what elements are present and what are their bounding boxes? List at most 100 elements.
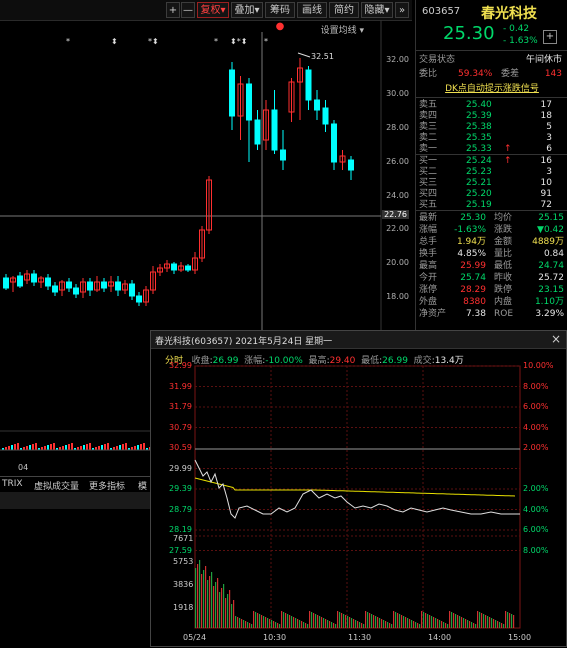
draw-line-button[interactable]: 画线 <box>297 2 327 18</box>
volume-bar <box>433 617 435 628</box>
event-marker: * <box>214 37 218 46</box>
volume-bar <box>363 624 365 628</box>
price-tick: 28.19 <box>169 525 192 534</box>
indicator-area <box>0 492 150 509</box>
volume-bar <box>489 617 491 628</box>
volume-bar <box>223 584 225 628</box>
volume-bar <box>213 586 215 628</box>
volume-bar <box>461 617 463 628</box>
more-button[interactable]: » <box>395 2 409 18</box>
time-tick: 11:30 <box>348 633 372 642</box>
dk-signal-link[interactable]: DK点自动提示涨跌信号 <box>416 83 567 95</box>
volume-bar <box>11 445 13 450</box>
add-watchlist-button[interactable]: + <box>543 30 557 44</box>
volume-bar <box>451 612 453 628</box>
volume-bar <box>195 568 197 628</box>
price-tick: 30.00 <box>386 89 409 98</box>
weibi-row: 委比 59.34% 委差 143 <box>419 69 562 79</box>
volume-bar <box>367 612 369 628</box>
price-tick: 29.39 <box>169 484 192 493</box>
overlay-button[interactable]: 叠加▾ <box>231 2 263 18</box>
intraday-svg <box>194 365 521 629</box>
volume-bar <box>207 580 209 628</box>
volume-bar <box>501 623 503 628</box>
pct-tick: 4.00% <box>523 422 549 432</box>
volume-bar <box>229 590 231 628</box>
chips-button[interactable]: 筹码● <box>265 2 295 32</box>
candle-body <box>322 107 329 125</box>
price-tick: 32.00 <box>386 55 409 64</box>
volume-bar <box>353 619 355 628</box>
fuquan-button[interactable]: 复权▾ <box>197 2 229 18</box>
volume-bar <box>483 614 485 628</box>
volume-bar <box>447 624 449 628</box>
chart-toolbar: + — 复权▾ 叠加▾ 筹码● 画线 简约 隐藏▾ » <box>0 0 412 32</box>
tab-mo[interactable]: 模 <box>138 479 147 492</box>
price-tick: 27.59 <box>169 545 192 555</box>
time-tick: 14:00 <box>428 633 452 642</box>
volume-bar <box>259 614 261 628</box>
zoom-in-button[interactable]: + <box>166 2 180 18</box>
volume-bar <box>299 620 301 628</box>
tab-virtual-volume[interactable]: 虚拟成交量 <box>34 479 79 492</box>
volume-bar <box>493 619 495 628</box>
volume-bar <box>343 614 345 628</box>
pct-tick: 6.00% <box>523 525 549 534</box>
volume-bar <box>101 445 103 450</box>
volume-bar <box>289 615 291 628</box>
volume-bar <box>405 617 407 628</box>
volume-bar <box>503 624 505 628</box>
volume-bar <box>385 621 387 628</box>
divider <box>416 50 567 51</box>
volume-bar <box>327 620 329 628</box>
zoom-out-button[interactable]: — <box>181 2 195 18</box>
pct-tick: 8.00% <box>523 545 549 555</box>
volume-bar <box>231 604 233 628</box>
volume-bar <box>14 444 16 450</box>
candle-body <box>254 119 261 145</box>
popup-title: 春光科技(603657) 2021年5月24日 星期一 <box>155 337 333 347</box>
volume-bar <box>197 564 199 628</box>
volume-bar <box>235 616 237 628</box>
volume-bar <box>347 616 349 628</box>
volume-bar <box>357 621 359 628</box>
volume-bar <box>80 446 82 450</box>
volume-bar <box>65 445 67 450</box>
price-tick: 32.99 <box>169 361 192 370</box>
volume-bar <box>407 618 409 628</box>
popup-titlebar[interactable]: 春光科技(603657) 2021年5月24日 星期一 × <box>151 331 566 349</box>
candle-body <box>73 287 79 295</box>
volume-bar <box>86 444 88 450</box>
volume-bar <box>203 570 205 628</box>
volume-bar <box>89 443 91 450</box>
tab-more-indicators[interactable]: 更多指标 <box>89 479 125 492</box>
volume-bar <box>211 572 213 628</box>
volume-bar <box>413 621 415 628</box>
volume-bar <box>371 614 373 628</box>
simple-button[interactable]: 简约 <box>329 2 359 18</box>
volume-bar <box>71 443 73 450</box>
volume-bar <box>415 622 417 628</box>
volume-bar <box>277 623 279 628</box>
volume-bar <box>325 619 327 628</box>
candle-body <box>87 281 93 291</box>
volume-bar <box>32 444 34 450</box>
volume-bar <box>227 594 229 628</box>
candle-body <box>66 281 72 289</box>
candle-body <box>171 263 177 271</box>
volume-bar <box>271 620 273 628</box>
volume-bar <box>377 617 379 628</box>
event-marker: ⬍*⬍ <box>230 37 247 46</box>
price-tick: 24.00 <box>386 191 409 200</box>
candle-body <box>136 295 142 303</box>
high-label: 32.51 <box>311 52 334 61</box>
volume-bar <box>437 619 439 628</box>
volume-bar <box>305 623 307 628</box>
close-icon[interactable]: × <box>551 332 561 346</box>
candle-body <box>280 149 286 161</box>
volume-bar <box>401 615 403 628</box>
volume-bar <box>355 620 357 628</box>
tab-trix[interactable]: TRIX <box>2 479 23 491</box>
volume-bar <box>319 616 321 628</box>
hide-button[interactable]: 隐藏▾ <box>361 2 393 18</box>
